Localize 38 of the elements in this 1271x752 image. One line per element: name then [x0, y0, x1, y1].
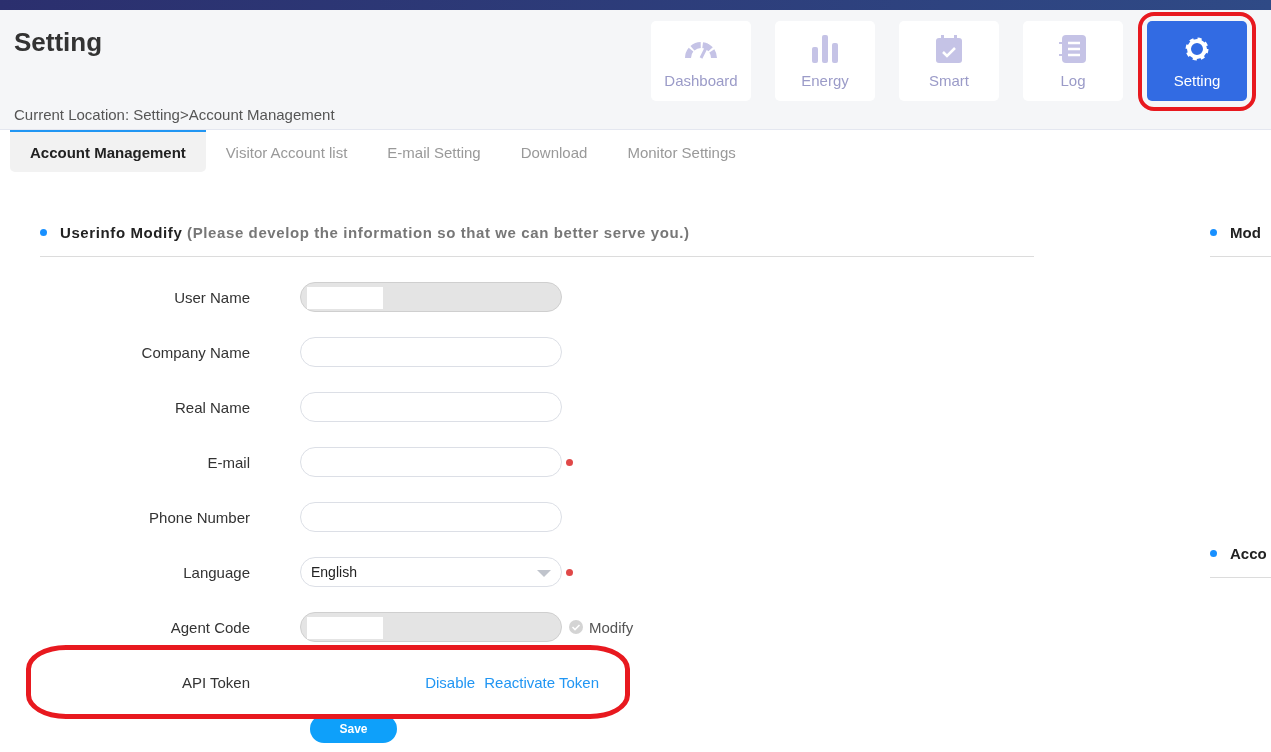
field-label: Company Name: [140, 343, 251, 361]
field-label: Phone Number: [148, 508, 251, 526]
input-field[interactable]: [300, 337, 562, 367]
field-label: Language: [182, 563, 251, 581]
bar-chart-icon: [810, 33, 840, 64]
nav-tile[interactable]: Energy: [775, 21, 875, 101]
section-title: Userinfo Modify (Please develop the information so that we can better serve you.): [60, 224, 690, 241]
notebook-icon: [1058, 33, 1088, 64]
check-icon: [569, 620, 583, 634]
nav-tile[interactable]: Dashboard: [651, 21, 751, 101]
token-link[interactable]: Reactivate Token: [484, 673, 599, 691]
nav-tile[interactable]: Log: [1023, 21, 1123, 101]
page-title: Setting: [14, 27, 104, 59]
field-label: API Token: [180, 673, 251, 691]
tab[interactable]: Account Management: [10, 130, 206, 172]
section-title: Acco: [1230, 545, 1267, 562]
nav-tile[interactable]: Setting: [1147, 21, 1247, 101]
tab[interactable]: E-mail Setting: [367, 130, 501, 172]
field-label: Real Name: [173, 398, 251, 416]
section-title: Mod: [1230, 224, 1261, 241]
bullet-dot: [1210, 550, 1217, 557]
tab[interactable]: Download: [500, 130, 608, 172]
bullet-dot: [40, 229, 47, 236]
input-field[interactable]: [300, 502, 562, 532]
caret-icon: [537, 570, 551, 577]
tab[interactable]: Visitor Account list: [205, 130, 368, 172]
field-label: E-mail: [206, 453, 251, 471]
nav-tile[interactable]: Smart: [899, 21, 999, 101]
token-link[interactable]: Disable: [425, 673, 476, 691]
field-label: User Name: [173, 288, 251, 306]
calendar-icon: [935, 33, 963, 64]
bullet-dot: [1210, 229, 1217, 236]
input-field[interactable]: [300, 392, 562, 422]
field-label: Agent Code: [169, 618, 251, 636]
tab[interactable]: Monitor Settings: [607, 130, 756, 172]
input-field[interactable]: [300, 447, 562, 477]
language-select[interactable]: English: [300, 557, 562, 587]
breadcrumb: Current Location: Setting>Account Management: [14, 106, 336, 123]
